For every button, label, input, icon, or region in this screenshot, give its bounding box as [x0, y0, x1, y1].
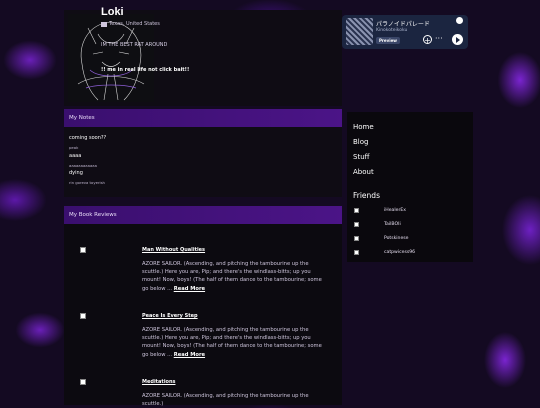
spotify-logo-icon[interactable] [456, 17, 463, 24]
review-excerpt: AZORE SAILOR. (Ascending, and pitching t… [142, 392, 327, 408]
sidebar-nav [347, 112, 473, 262]
nav-link-about[interactable]: About [353, 168, 374, 176]
friend-avatar[interactable] [354, 250, 359, 255]
location-flag-icon [101, 21, 107, 27]
friends-heading: Friends [353, 191, 380, 200]
friend-name-link[interactable]: catpwicess96 [384, 250, 415, 255]
profile-bio-line1: IM THE BEST RAT AROUND [101, 42, 168, 48]
profile-location-text: Texas, United States [109, 21, 160, 27]
profile-bio-line2: !! me in real life not click bait!! [101, 67, 190, 73]
notes-header: My Notes [64, 109, 342, 127]
review-title-link[interactable]: Peace Is Every Step [142, 313, 198, 319]
note-body: peak [69, 145, 79, 150]
profile-avatar[interactable] [68, 14, 154, 102]
note-title: aaaa [69, 153, 82, 159]
note-body: aaaaaaaaaaaa [69, 163, 97, 168]
friend-avatar[interactable] [354, 222, 359, 227]
spotify-embed[interactable]: パラノイドパレード Kinokoteikoku Preview [342, 15, 468, 49]
note-title: dying [69, 170, 83, 176]
more-options-icon[interactable]: ··· [435, 34, 443, 43]
preview-badge: Preview [376, 37, 401, 44]
book-cover-image[interactable] [80, 247, 86, 253]
album-art[interactable] [346, 18, 373, 45]
friend-name-link[interactable]: Potskinese [384, 236, 409, 241]
note-body: rin goreva toyerish [69, 180, 105, 185]
track-title[interactable]: パラノイドパレード [376, 19, 430, 28]
review-title-link[interactable]: Meditations [142, 379, 176, 385]
note-title: coming soon?? [69, 135, 107, 141]
add-to-library-icon[interactable]: + [423, 35, 432, 45]
nav-link-stuff[interactable]: Stuff [353, 153, 369, 161]
read-more-link[interactable]: Read More [174, 286, 205, 292]
book-reviews-header: My Book Reviews [64, 206, 342, 224]
friend-name-link[interactable]: TailBOIi [384, 222, 401, 227]
review-excerpt-text: AZORE SAILOR. (Ascending, and pitching t… [142, 261, 322, 292]
track-artist[interactable]: Kinokoteikoku [376, 28, 407, 33]
review-title-link[interactable]: Man Without Qualities [142, 247, 205, 253]
review-excerpt-text: AZORE SAILOR. (Ascending, and pitching t… [142, 393, 309, 408]
friend-avatar[interactable] [354, 208, 359, 213]
book-cover-image[interactable] [80, 313, 86, 319]
play-button[interactable] [452, 34, 463, 45]
friend-avatar[interactable] [354, 236, 359, 241]
review-excerpt: AZORE SAILOR. (Ascending, and pitching t… [142, 326, 327, 359]
friend-name-link[interactable]: iHealerEx [384, 208, 406, 213]
nav-link-home[interactable]: Home [353, 123, 374, 131]
review-excerpt: AZORE SAILOR. (Ascending, and pitching t… [142, 260, 327, 293]
book-reviews-panel [64, 206, 342, 405]
read-more-link[interactable]: Read More [174, 352, 205, 358]
book-cover-image[interactable] [80, 379, 86, 385]
profile-location: Texas, United States [101, 21, 160, 27]
review-excerpt-text: AZORE SAILOR. (Ascending, and pitching t… [142, 327, 322, 358]
nav-link-blog[interactable]: Blog [353, 138, 368, 146]
profile-name: Loki [101, 6, 124, 18]
